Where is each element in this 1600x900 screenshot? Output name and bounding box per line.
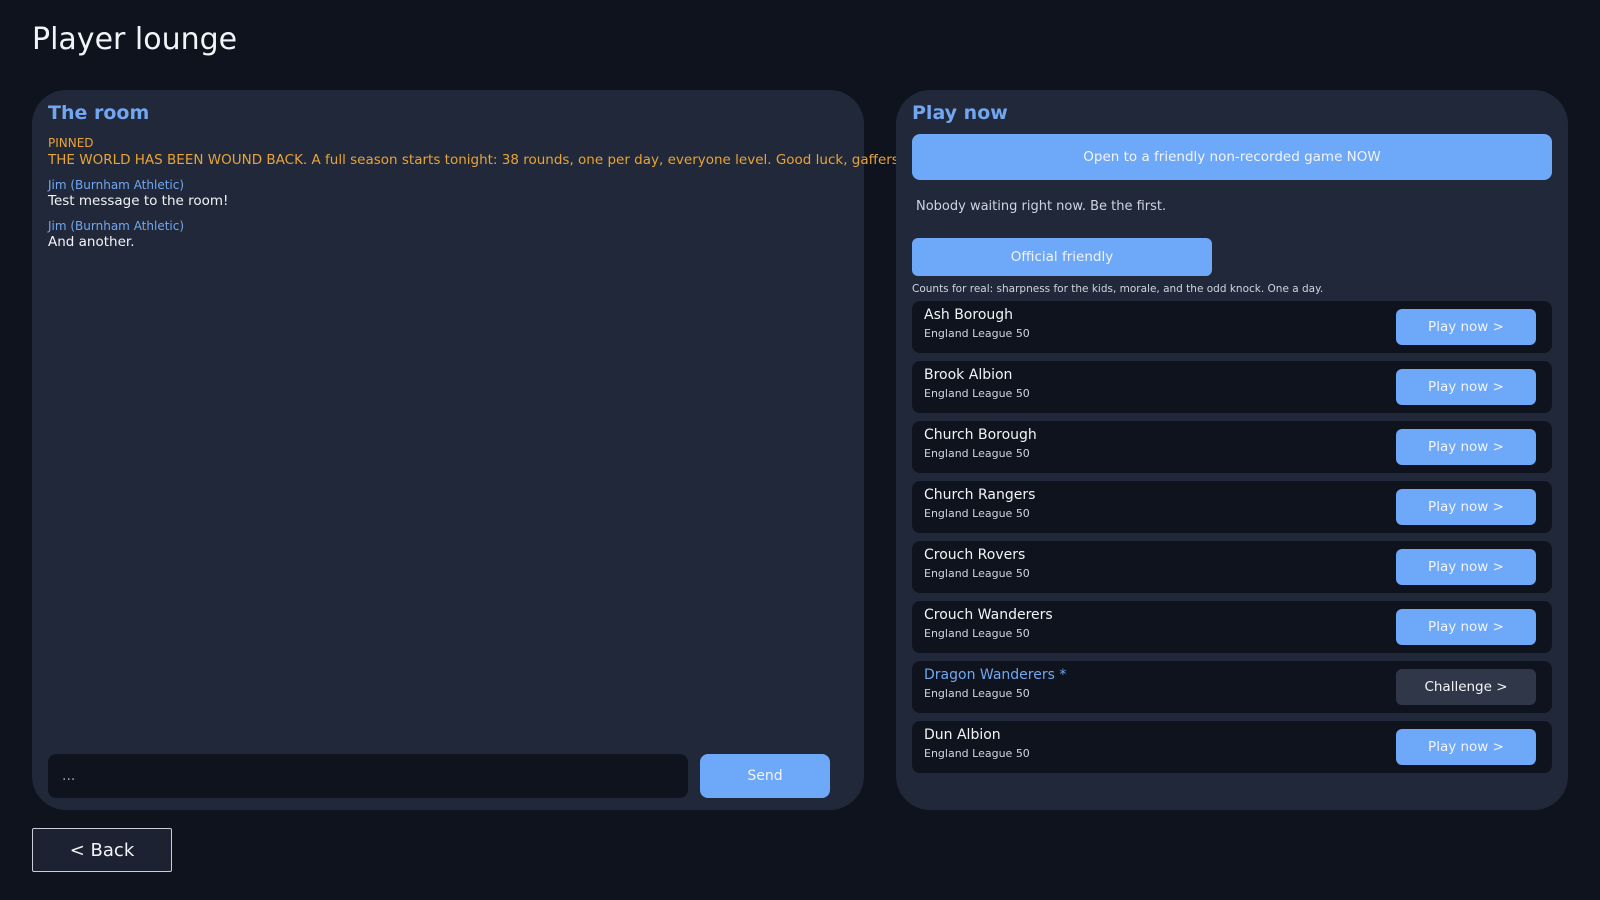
club-row: Church Rangers England League 50 Play no… [912, 481, 1552, 533]
room-title: The room [48, 102, 150, 124]
open-friendly-button[interactable]: Open to a friendly non-recorded game NOW [912, 134, 1552, 180]
play-now-button[interactable]: Play now > [1396, 729, 1536, 765]
play-panel: Play now Open to a friendly non-recorded… [896, 90, 1568, 810]
back-button[interactable]: < Back [32, 828, 172, 872]
chat-message: Jim (Burnham Athletic) Test message to t… [48, 178, 848, 209]
play-now-button[interactable]: Play now > [1396, 309, 1536, 345]
club-row: Dragon Wanderers * England League 50 Cha… [912, 661, 1552, 713]
waiting-status: Nobody waiting right now. Be the first. [916, 199, 1167, 214]
room-panel: The room PINNED THE WORLD HAS BEEN WOUND… [32, 90, 904, 810]
send-button[interactable]: Send [700, 754, 830, 798]
message-author: Jim (Burnham Athletic) [48, 178, 185, 192]
official-friendly-button[interactable]: Official friendly [912, 238, 1212, 276]
message-input-value: ... [62, 768, 76, 784]
club-row: Crouch Rovers England League 50 Play now… [912, 541, 1552, 593]
pinned-message: PINNED THE WORLD HAS BEEN WOUND BACK. A … [48, 136, 904, 168]
club-row: Ash Borough England League 50 Play now > [912, 301, 1552, 353]
official-friendly-note: Counts for real: sharpness for the kids,… [912, 283, 1324, 295]
message-text: And another. [48, 234, 135, 250]
play-title: Play now [912, 102, 1008, 124]
play-now-button[interactable]: Play now > [1396, 429, 1536, 465]
chat-message: Jim (Burnham Athletic) And another. [48, 219, 848, 250]
page-title: Player lounge [32, 22, 238, 57]
club-row: Brook Albion England League 50 Play now … [912, 361, 1552, 413]
club-row: Dun Albion England League 50 Play now > [912, 721, 1552, 773]
message-input[interactable]: ... [48, 754, 688, 798]
play-now-button[interactable]: Play now > [1396, 369, 1536, 405]
message-text: Test message to the room! [48, 193, 229, 209]
pinned-label: PINNED [48, 136, 94, 150]
club-row: Crouch Wanderers England League 50 Play … [912, 601, 1552, 653]
play-now-button[interactable]: Play now > [1396, 549, 1536, 585]
club-row: Church Borough England League 50 Play no… [912, 421, 1552, 473]
play-now-button[interactable]: Play now > [1396, 609, 1536, 645]
challenge-button[interactable]: Challenge > [1396, 669, 1536, 705]
pinned-text: THE WORLD HAS BEEN WOUND BACK. A full se… [48, 152, 904, 168]
play-now-button[interactable]: Play now > [1396, 489, 1536, 525]
message-author: Jim (Burnham Athletic) [48, 219, 185, 233]
club-list: Ash Borough England League 50 Play now >… [912, 301, 1552, 773]
